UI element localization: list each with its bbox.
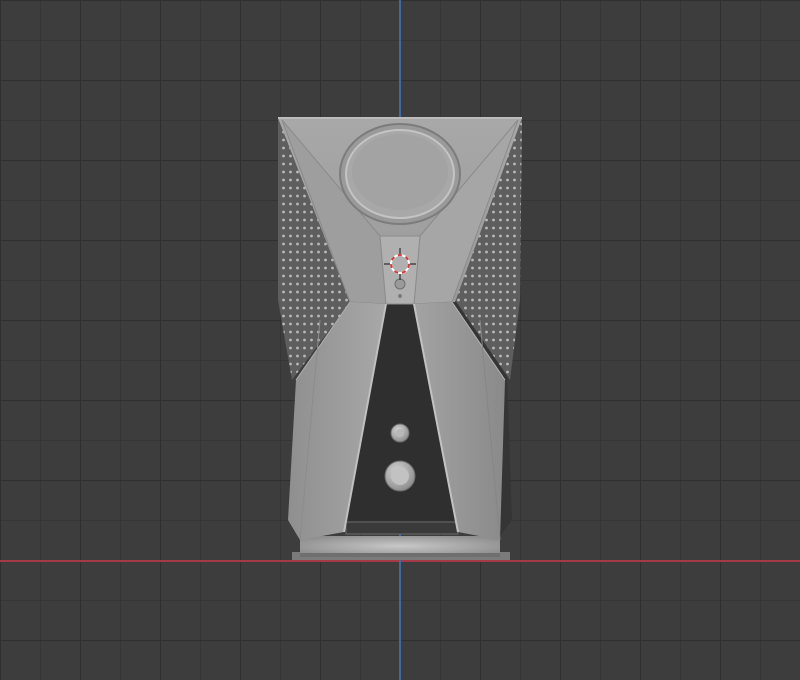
speaker-base (292, 536, 510, 560)
3d-viewport[interactable] (0, 0, 800, 680)
speaker-cone (339, 123, 461, 225)
small-knob[interactable] (390, 423, 410, 443)
large-knob[interactable] (384, 460, 416, 492)
speaker-model[interactable] (0, 0, 800, 680)
